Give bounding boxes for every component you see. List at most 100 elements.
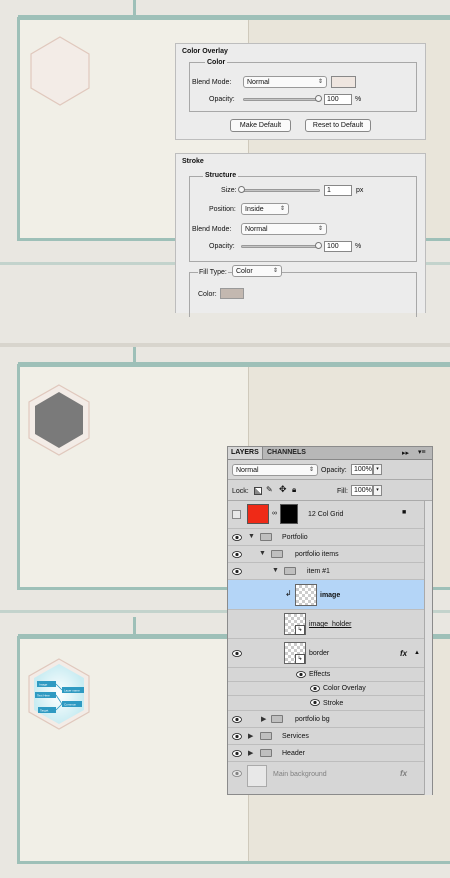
- opacity-label: Opacity:: [209, 96, 235, 103]
- diagram-label: Common: [64, 703, 77, 707]
- opacity-input[interactable]: 100: [324, 241, 352, 252]
- hexagon-gray: [28, 384, 90, 456]
- opacity-dropdown-arrow[interactable]: ▾: [373, 464, 382, 475]
- hexagon-placeholder: [30, 36, 90, 106]
- size-slider[interactable]: [240, 189, 320, 192]
- eye-icon[interactable]: [310, 685, 320, 692]
- expand-triangle-icon[interactable]: ▼: [259, 550, 266, 557]
- opacity-slider-knob[interactable]: [315, 242, 322, 249]
- hexagon-diagram: Image Layer name Text Here Common Target: [28, 658, 90, 730]
- shape-badge-icon: ↳: [295, 625, 305, 635]
- blend-mode-select[interactable]: Normal ⇕: [241, 223, 327, 235]
- collapse-effects-icon[interactable]: ▲: [414, 650, 420, 656]
- opacity-slider[interactable]: [243, 98, 321, 101]
- expand-triangle-icon[interactable]: ▼: [272, 567, 279, 574]
- layer-row-color-overlay[interactable]: Color Overlay: [228, 682, 424, 696]
- layer-thumbnail: [295, 584, 317, 606]
- layer-list: ∞ 12 Col Grid ■ ▼ Portfolio ▼ portfolio …: [228, 501, 424, 795]
- layer-row-image-holder[interactable]: ↳ image_holder: [228, 610, 424, 639]
- lock-move-icon[interactable]: ✥: [279, 484, 287, 495]
- expand-triangle-icon[interactable]: ▼: [248, 533, 255, 540]
- fill-label: Fill:: [337, 488, 348, 495]
- position-select[interactable]: Inside ⇕: [241, 203, 289, 215]
- fill-type-select[interactable]: Color ⇕: [232, 265, 282, 277]
- color-label: Color:: [198, 291, 217, 298]
- eye-icon[interactable]: [232, 650, 242, 657]
- link-icon: ∞: [272, 510, 277, 517]
- layer-row-portfolio-items[interactable]: ▼ portfolio items: [228, 546, 424, 563]
- stroke-color-swatch[interactable]: [220, 288, 244, 299]
- eye-icon[interactable]: [232, 750, 242, 757]
- layer-name: Effects: [309, 671, 331, 678]
- lock-icon: ■: [402, 509, 407, 516]
- size-unit-label: px: [356, 187, 364, 194]
- collapse-triangle-icon[interactable]: ▶: [248, 732, 253, 740]
- clip-arrow-icon: ↲: [285, 589, 292, 598]
- layer-row-border[interactable]: ↳ border fx ▲: [228, 639, 424, 668]
- layer-row-services[interactable]: ▶ Services: [228, 728, 424, 745]
- layer-row-portfolio[interactable]: ▼ Portfolio: [228, 529, 424, 546]
- eye-icon[interactable]: [232, 716, 242, 723]
- chevron-updown-icon: ⇕: [279, 206, 285, 212]
- fx-icon[interactable]: fx: [400, 769, 407, 778]
- layer-row-stroke[interactable]: Stroke: [228, 696, 424, 711]
- layer-name: Header: [282, 750, 305, 757]
- layer-row-grid[interactable]: ∞ 12 Col Grid ■: [228, 501, 424, 529]
- reset-to-default-button[interactable]: Reset to Default: [305, 119, 371, 132]
- eye-icon[interactable]: [310, 699, 320, 706]
- size-input[interactable]: 1: [324, 185, 352, 196]
- shape-badge-icon: ↳: [295, 654, 305, 664]
- layer-name: Main background: [273, 771, 327, 778]
- eye-icon[interactable]: [232, 568, 242, 575]
- layer-blend-mode-select[interactable]: Normal ⇕: [232, 464, 318, 476]
- opacity-input[interactable]: 100: [324, 94, 352, 105]
- lock-all-icon[interactable]: 🔒︎: [292, 485, 296, 495]
- layer-thumbnail-red: [247, 504, 269, 524]
- blend-mode-select[interactable]: Normal ⇕: [243, 76, 327, 88]
- layer-name: portfolio items: [295, 551, 339, 558]
- opacity-slider-knob[interactable]: [315, 95, 322, 102]
- fill-dropdown-arrow[interactable]: ▾: [373, 485, 382, 496]
- eye-icon[interactable]: [232, 551, 242, 558]
- make-default-button[interactable]: Make Default: [230, 119, 291, 132]
- tab-channels[interactable]: CHANNELS: [264, 447, 309, 459]
- group-title: Structure: [203, 172, 239, 179]
- layer-name: item #1: [307, 568, 330, 575]
- visibility-box[interactable]: [232, 510, 241, 519]
- layer-name: Color Overlay: [323, 685, 366, 692]
- collapse-icon[interactable]: ▸▸: [402, 449, 409, 457]
- fx-icon[interactable]: fx: [400, 649, 407, 658]
- blend-mode-label: Blend Mode:: [192, 226, 232, 233]
- tab-layers[interactable]: LAYERS: [228, 447, 263, 459]
- eye-icon[interactable]: [232, 770, 242, 777]
- lock-paint-icon[interactable]: ✎: [266, 485, 273, 494]
- layer-name: image_holder: [309, 621, 352, 628]
- diagram-label: Text Here: [37, 694, 50, 698]
- eye-icon[interactable]: [232, 534, 242, 541]
- layer-row-effects[interactable]: Effects: [228, 668, 424, 682]
- layer-row-item-1[interactable]: ▼ item #1: [228, 563, 424, 580]
- layer-row-portfolio-bg[interactable]: ▶ portfolio bg: [228, 711, 424, 728]
- layer-name: 12 Col Grid: [308, 511, 344, 518]
- collapse-triangle-icon[interactable]: ▶: [248, 749, 253, 757]
- layer-row-main-background[interactable]: Main background fx: [228, 762, 424, 792]
- layers-scrollbar[interactable]: [424, 501, 432, 795]
- layers-panel: LAYERS CHANNELS ▸▸ ▾≡ Normal ⇕ Opacity: 1…: [227, 446, 433, 795]
- layer-row-header[interactable]: ▶ Header: [228, 745, 424, 762]
- chevron-updown-icon: ⇕: [272, 268, 278, 274]
- opacity-slider[interactable]: [241, 245, 320, 248]
- eye-icon[interactable]: [296, 671, 306, 678]
- panel-menu-icon[interactable]: ▾≡: [418, 448, 426, 456]
- layer-opacity-input[interactable]: 100%: [351, 464, 373, 475]
- layer-name: image: [320, 592, 341, 599]
- chevron-updown-icon: ⇕: [308, 467, 314, 473]
- collapse-triangle-icon[interactable]: ▶: [261, 715, 266, 723]
- size-slider-knob[interactable]: [238, 186, 245, 193]
- layer-fill-input[interactable]: 100%: [351, 485, 373, 496]
- layer-row-image[interactable]: ↲ image: [228, 580, 424, 610]
- dialog-title: Color Overlay: [182, 48, 228, 55]
- layer-name: portfolio bg: [295, 716, 330, 723]
- lock-transparent-icon[interactable]: [254, 487, 262, 495]
- overlay-color-swatch[interactable]: [331, 76, 356, 88]
- eye-icon[interactable]: [232, 733, 242, 740]
